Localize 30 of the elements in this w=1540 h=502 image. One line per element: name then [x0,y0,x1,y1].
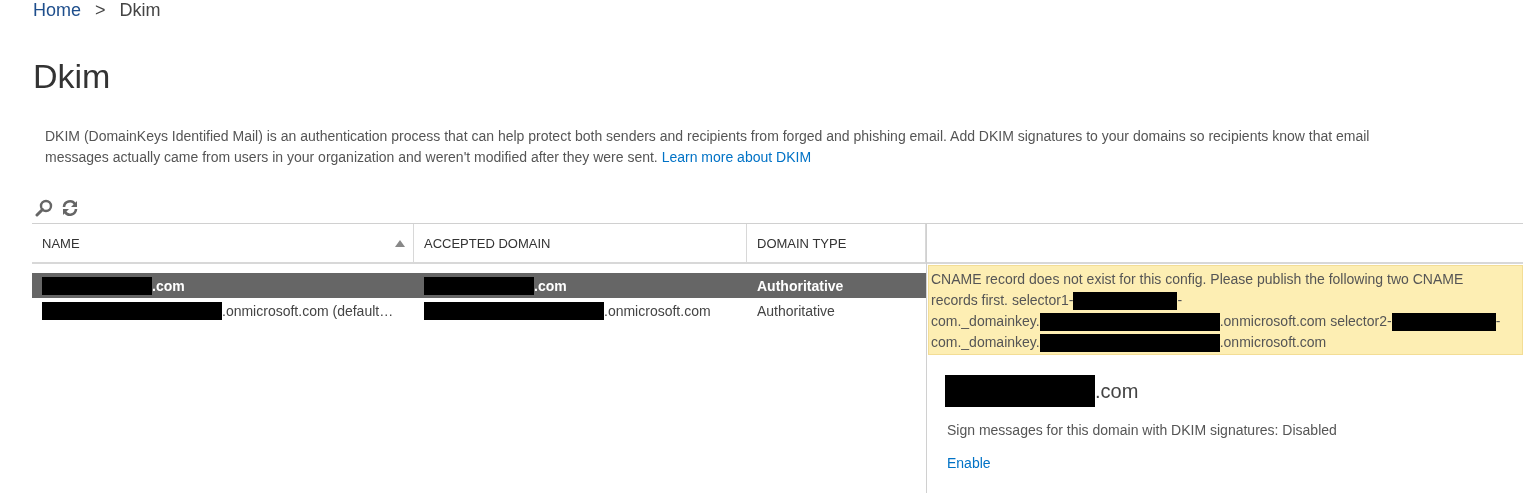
breadcrumb-link[interactable]: Home [33,0,81,20]
warning-text: records first. selector1- [931,291,1074,310]
cell-text: .com [152,277,185,294]
cell-text: .onmicrosoft.com (default… [222,302,394,319]
search-icon[interactable] [35,199,53,217]
warning-text: com._domainkey. [931,312,1040,331]
column-header[interactable]: DOMAIN TYPE [757,235,847,251]
description-text: DKIM (DomainKeys Identified Mail) is an authentication process that can help protect both senders and recipients from forged and phishing email. Add DKIM signatures to your domains so recipients know that email messages actually came from users in your organization and weren't modified after they were sent. Learn more about DKIM [45,127,1371,167]
refresh-icon[interactable] [61,199,79,217]
warning-text: .onmicrosoft.com selector2- [1219,312,1392,331]
warning-text: CNAME record does not exist for this config. Please publish the following two CNAME [931,270,1464,289]
warning-text: .onmicrosoft.com [1219,333,1327,352]
warning-text: - [1177,291,1183,310]
domain-title: .com [1095,379,1139,403]
page-title: Dkim [33,56,112,97]
warning-text: - [1495,312,1501,331]
column-header[interactable]: ACCEPTED DOMAIN [424,235,551,251]
table-row[interactable]: .com .com Authoritative [32,273,926,298]
enable-link[interactable]: Enable [947,455,991,471]
learn-more-link[interactable]: Learn more about DKIM [661,149,812,165]
cell-text: .com [534,277,567,294]
signing-status-text: Sign messages for this domain with DKIM signatures: Disabled [947,422,1338,438]
breadcrumb-separator: > [95,0,106,20]
cell-text: Authoritative [757,277,844,294]
breadcrumb-current: Dkim [119,0,161,20]
warning-text: com._domainkey. [931,333,1040,352]
cell-text: Authoritative [757,302,835,319]
cell-text: .onmicrosoft.com [604,302,711,319]
table-row[interactable]: .onmicrosoft.com (default… .onmicrosoft.com Authoritative [32,298,926,323]
column-header[interactable]: NAME [42,235,80,251]
